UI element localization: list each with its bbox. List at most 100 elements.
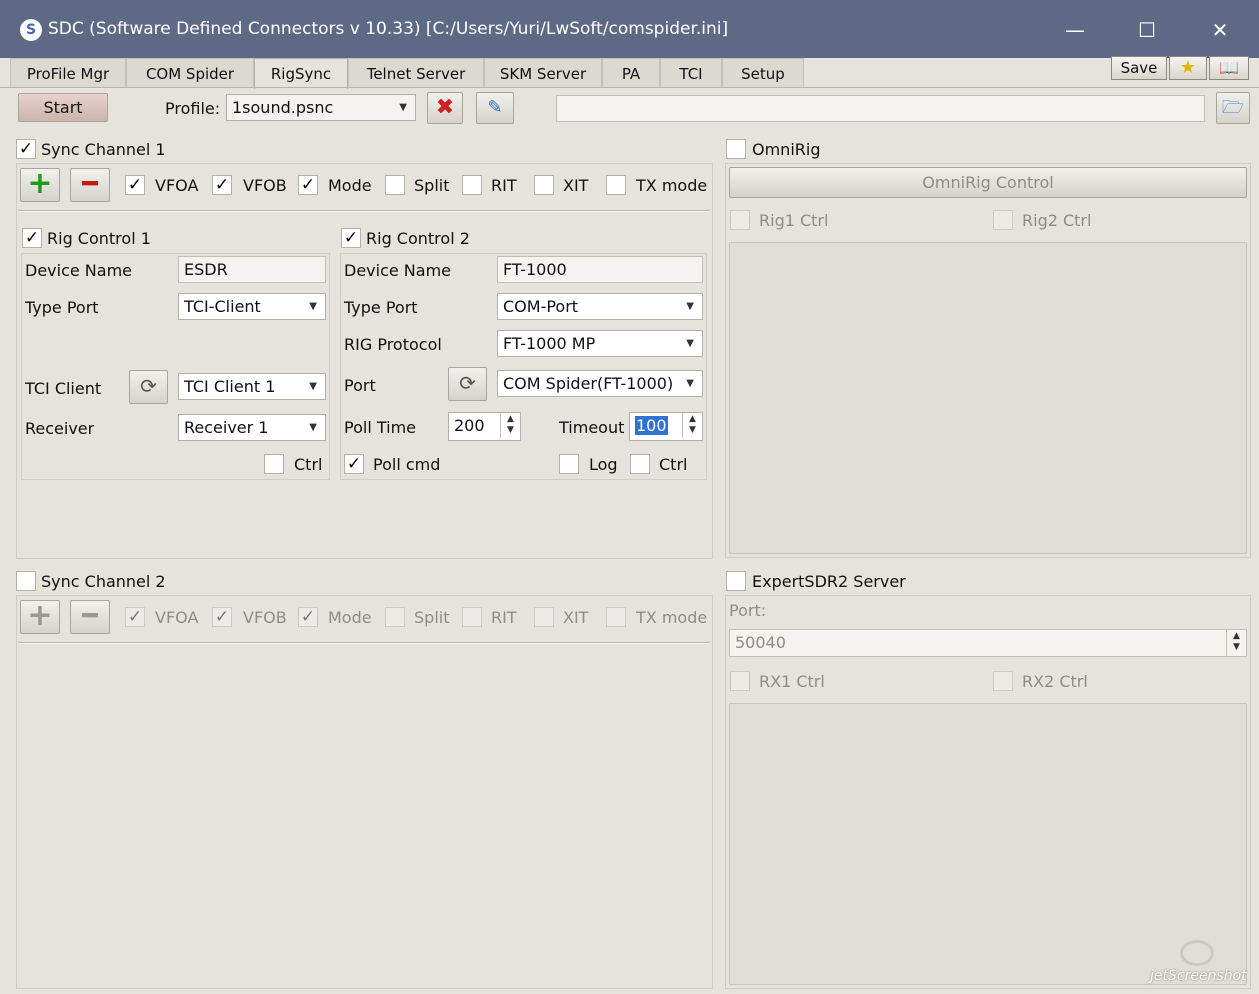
xit-label: XIT <box>563 608 589 627</box>
path-field[interactable] <box>556 95 1205 122</box>
open-folder-icon[interactable]: 🗁 <box>1216 92 1250 124</box>
favorite-star-icon[interactable]: ★ <box>1169 56 1207 80</box>
rig2-ctrl-checkbox[interactable] <box>630 454 650 474</box>
edit-profile-icon[interactable]: ✎ <box>476 92 514 124</box>
remove-icon[interactable]: ━ <box>70 600 110 634</box>
expert-port-field[interactable]: 50040 ▲ ▼ <box>729 629 1247 657</box>
rig1-type-port-value: TCI-Client <box>184 297 261 316</box>
add-icon[interactable]: + <box>20 168 60 202</box>
split-checkbox[interactable] <box>385 175 405 195</box>
remove-icon[interactable]: ━ <box>70 168 110 202</box>
window-title: SDC (Software Defined Connectors v 10.33… <box>48 19 729 39</box>
rig1-tci-client-value: TCI Client 1 <box>184 377 276 396</box>
omnirig-rig2-ctrl-label: Rig2 Ctrl <box>1022 211 1092 230</box>
rig-control-1-checkbox[interactable]: ✓ <box>22 228 42 248</box>
tab-tci[interactable]: TCI <box>660 58 722 88</box>
vfoa-checkbox[interactable]: ✓ <box>125 607 145 627</box>
rig1-tci-client-label: TCI Client <box>25 379 102 398</box>
tab-profile-mgr[interactable]: ProFile Mgr <box>10 58 126 88</box>
tab-skm-server[interactable]: SKM Server <box>484 58 602 88</box>
mode-checkbox[interactable]: ✓ <box>298 607 318 627</box>
spinner-arrows-icon[interactable]: ▲ ▼ <box>500 413 520 438</box>
vfob-checkbox[interactable]: ✓ <box>212 175 232 195</box>
vfob-checkbox[interactable]: ✓ <box>212 607 232 627</box>
tab-rigsync[interactable]: RigSync <box>254 58 348 89</box>
watermark-text: jetScreenshot <box>1150 968 1247 984</box>
title-bar: S SDC (Software Defined Connectors v 10.… <box>0 0 1259 58</box>
rx2-ctrl-label: RX2 Ctrl <box>1022 672 1088 691</box>
rig2-port-select[interactable]: COM Spider(FT-1000) ▼ <box>497 370 703 397</box>
tab-telnet-server[interactable]: Telnet Server <box>348 58 484 88</box>
xit-checkbox[interactable] <box>534 607 554 627</box>
omnirig-rig1-ctrl-label: Rig1 Ctrl <box>759 211 829 230</box>
profile-select-value: 1sound.psnc <box>232 98 334 117</box>
chevron-down-icon: ▼ <box>309 422 317 433</box>
expert-port-label: Port: <box>729 601 767 620</box>
spinner-arrows-icon[interactable]: ▲ ▼ <box>682 413 702 438</box>
rx1-ctrl-checkbox[interactable] <box>730 671 750 691</box>
rig1-ctrl-checkbox[interactable] <box>264 454 284 474</box>
rit-checkbox[interactable] <box>462 607 482 627</box>
xit-label: XIT <box>563 176 589 195</box>
save-button[interactable]: Save <box>1111 56 1167 80</box>
tab-setup[interactable]: Setup <box>722 58 804 88</box>
delete-profile-icon[interactable]: ✖ <box>427 92 463 124</box>
rig1-receiver-label: Receiver <box>25 419 95 438</box>
sync-channel-1-label: Sync Channel 1 <box>41 140 166 159</box>
chevron-down-icon: ▼ <box>686 301 694 312</box>
profile-select[interactable]: 1sound.psnc ▼ <box>226 94 416 121</box>
rig2-poll-time-label: Poll Time <box>344 418 416 437</box>
rig2-type-port-select[interactable]: COM-Port ▼ <box>497 293 703 320</box>
add-icon[interactable]: + <box>20 600 60 634</box>
rit-checkbox[interactable] <box>462 175 482 195</box>
rig2-ctrl-checkbox[interactable] <box>993 210 1013 230</box>
sync-channel-1-checkbox[interactable]: ✓ <box>16 139 36 159</box>
rig2-timeout-value: 100 <box>635 416 668 435</box>
refresh-icon[interactable]: ⟳ <box>448 367 487 401</box>
help-book-icon[interactable]: 📖 <box>1209 56 1249 80</box>
tx-mode-checkbox[interactable] <box>606 175 626 195</box>
split-checkbox[interactable] <box>385 607 405 627</box>
minimize-button[interactable]: — <box>1051 10 1099 50</box>
rig2-poll-cmd-checkbox[interactable]: ✓ <box>344 454 364 474</box>
refresh-icon[interactable]: ⟳ <box>129 370 168 404</box>
rig2-poll-time-spinbox[interactable]: 200 ▲ ▼ <box>448 412 521 441</box>
rig2-protocol-select[interactable]: FT-1000 MP ▼ <box>497 330 703 357</box>
start-button[interactable]: Start <box>18 93 108 122</box>
app-icon: S <box>20 19 42 41</box>
tab-pa[interactable]: PA <box>602 58 660 88</box>
mode-checkbox[interactable]: ✓ <box>298 175 318 195</box>
rig1-ctrl-checkbox[interactable] <box>730 210 750 230</box>
chevron-down-icon: ▼ <box>686 338 694 349</box>
rig1-receiver-select[interactable]: Receiver 1 ▼ <box>178 414 326 441</box>
xit-checkbox[interactable] <box>534 175 554 195</box>
omnirig-checkbox[interactable] <box>726 139 746 159</box>
rx1-ctrl-label: RX1 Ctrl <box>759 672 825 691</box>
rig1-device-name-field[interactable]: ESDR <box>178 256 326 283</box>
rig2-log-checkbox[interactable] <box>559 454 579 474</box>
profile-label: Profile: <box>165 99 221 118</box>
tx-mode-checkbox[interactable] <box>606 607 626 627</box>
tab-com-spider[interactable]: COM Spider <box>126 58 254 88</box>
rig1-tci-client-select[interactable]: TCI Client 1 ▼ <box>178 373 326 400</box>
vfoa-checkbox[interactable]: ✓ <box>125 175 145 195</box>
rig1-type-port-select[interactable]: TCI-Client ▼ <box>178 293 326 320</box>
sync-channel-2-checkbox[interactable] <box>16 571 36 591</box>
expertsdr2-server-checkbox[interactable] <box>726 571 746 591</box>
spinner-arrows-icon[interactable]: ▲ ▼ <box>1226 630 1246 656</box>
chevron-down-icon: ▼ <box>686 378 694 389</box>
rig2-device-name-field[interactable]: FT-1000 <box>497 256 703 283</box>
rig2-poll-time-value: 200 <box>454 416 485 435</box>
vfoa-label: VFOA <box>155 176 199 195</box>
omnirig-control-button[interactable]: OmniRig Control <box>729 167 1247 198</box>
expert-port-value: 50040 <box>735 633 786 652</box>
vfob-label: VFOB <box>243 176 287 195</box>
close-button[interactable]: ✕ <box>1196 10 1244 50</box>
maximize-button[interactable]: ☐ <box>1123 10 1171 50</box>
rig2-ctrl-label: Ctrl <box>659 455 688 474</box>
rig-control-2-checkbox[interactable]: ✓ <box>341 228 361 248</box>
expertsdr2-log-area <box>729 703 1247 985</box>
rx2-ctrl-checkbox[interactable] <box>993 671 1013 691</box>
rit-label: RIT <box>491 176 517 195</box>
rig2-timeout-spinbox[interactable]: 100 ▲ ▼ <box>629 412 703 441</box>
